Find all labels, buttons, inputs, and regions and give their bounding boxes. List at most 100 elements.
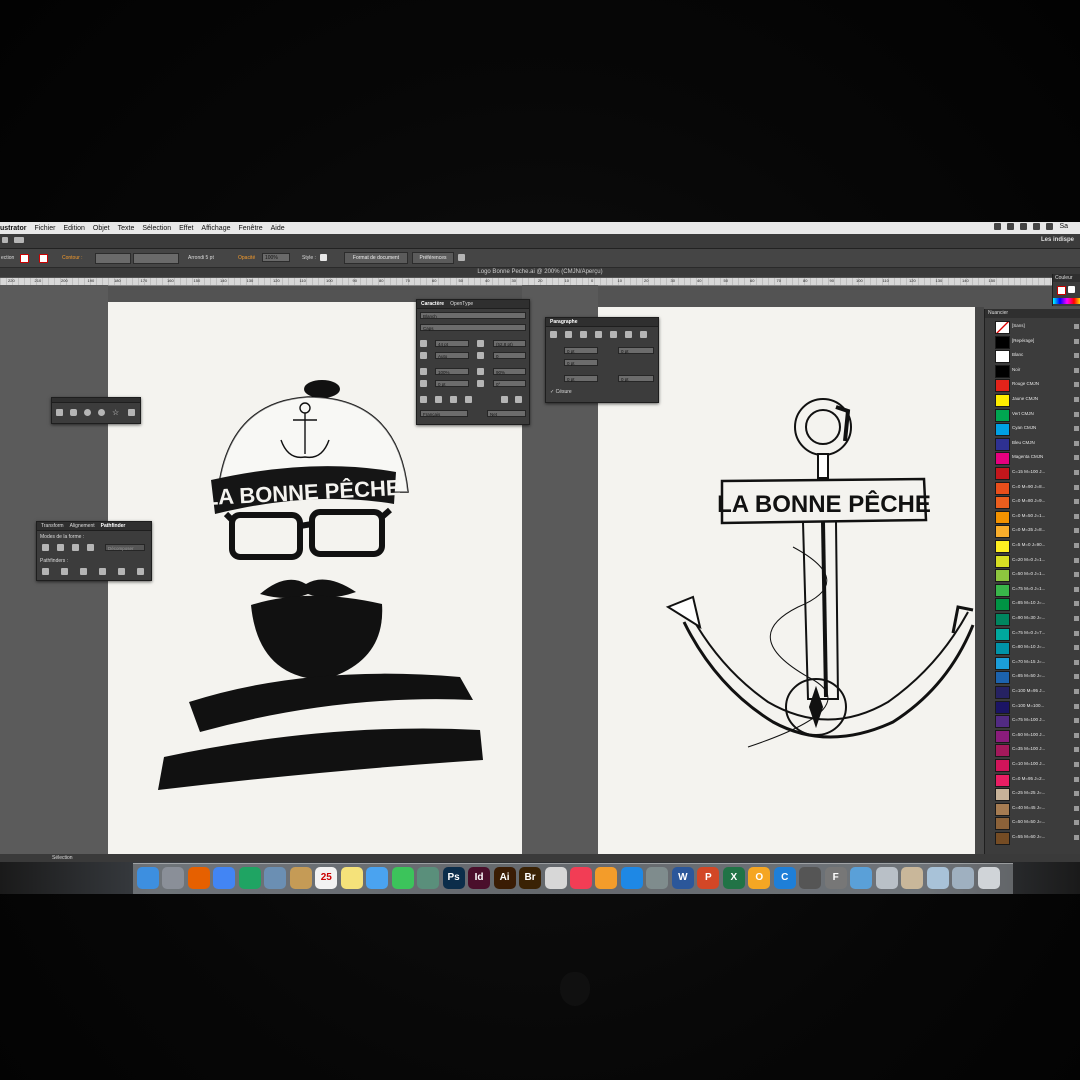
font-style-field[interactable]: Caps: [420, 324, 526, 331]
swatch-row[interactable]: C=0 M=50 J=1...: [985, 509, 1080, 524]
intersect-icon[interactable]: [72, 544, 79, 551]
subscript-icon[interactable]: [465, 396, 472, 403]
chrome-icon[interactable]: [213, 867, 236, 889]
font-size-field[interactable]: 44 pt: [435, 340, 469, 347]
tab-caractere[interactable]: Caractère: [421, 300, 444, 308]
horizontal-scale-field[interactable]: 90%: [493, 368, 526, 375]
trim-icon[interactable]: [61, 568, 68, 575]
tab-pathfinder[interactable]: Pathfinder: [101, 522, 126, 530]
music-icon[interactable]: [570, 867, 592, 889]
swatches-title[interactable]: Nuancier: [985, 309, 1080, 318]
expand-button[interactable]: Décomposer: [105, 544, 145, 551]
flare-tool-icon[interactable]: [128, 409, 135, 416]
swatch-row[interactable]: C=50 M=100 J...: [985, 728, 1080, 743]
kerning-field[interactable]: Auto: [435, 352, 469, 359]
books-icon[interactable]: [595, 867, 618, 889]
swatch-row[interactable]: [Sans]: [985, 319, 1080, 334]
launchpad-icon[interactable]: [162, 867, 185, 889]
minus-back-icon[interactable]: [137, 568, 144, 575]
swatch-row[interactable]: C=15 M=100 J...: [985, 465, 1080, 480]
swatch-row[interactable]: C=0 M=80 J=9...: [985, 494, 1080, 510]
menu-objet[interactable]: Objet: [93, 225, 110, 232]
swatch-row[interactable]: C=5 M=0 J=90...: [985, 538, 1080, 553]
star-tool-icon[interactable]: ☆: [112, 409, 119, 417]
space-after-field[interactable]: 0 pt: [618, 375, 654, 382]
photos-icon[interactable]: [417, 867, 440, 889]
swatch-row[interactable]: C=25 M=25 J=...: [985, 786, 1080, 802]
style-swatch-icon[interactable]: [320, 254, 327, 261]
superscript-icon[interactable]: [450, 396, 457, 403]
indesign-icon[interactable]: Id: [468, 867, 491, 889]
stack-icon-4[interactable]: [952, 867, 975, 889]
menu-aide[interactable]: Aide: [271, 225, 285, 232]
swatch-row[interactable]: C=75 M=100 J...: [985, 713, 1080, 729]
powerpoint-icon[interactable]: P: [697, 867, 720, 889]
tab-paragraphe[interactable]: Paragraphe: [550, 318, 578, 326]
dropbox-icon[interactable]: [994, 223, 1002, 230]
calendar-icon[interactable]: 25: [315, 867, 338, 889]
language-select[interactable]: Français: [420, 410, 468, 417]
antialias-select[interactable]: Net: [487, 410, 526, 417]
crop-icon[interactable]: [99, 568, 106, 575]
swatch-row[interactable]: C=85 M=50 J=...: [985, 669, 1080, 685]
color-spectrum[interactable]: [1053, 298, 1080, 304]
wifi-icon[interactable]: [1046, 223, 1054, 230]
rotation-field[interactable]: 0°: [493, 380, 526, 387]
swatch-row[interactable]: Bleu CMJN: [985, 436, 1080, 451]
word-icon[interactable]: W: [671, 867, 694, 889]
bridge-shortcut-icon[interactable]: [2, 237, 8, 243]
swatch-row[interactable]: Noir: [985, 363, 1080, 378]
workspace-switcher[interactable]: Les indispe: [1041, 237, 1074, 243]
swatch-row[interactable]: Magenta CMJN: [985, 450, 1080, 466]
swatch-row[interactable]: Cyan CMJN: [985, 421, 1080, 437]
swatch-row[interactable]: C=0 M=95 J=2...: [985, 772, 1080, 787]
menu-affichage[interactable]: Affichage: [201, 225, 230, 232]
polygon-tool-icon[interactable]: [98, 409, 105, 416]
finder-icon[interactable]: [137, 867, 159, 889]
swatch-row[interactable]: C=100 M=100...: [985, 699, 1080, 714]
menu-app-name[interactable]: ustrator: [0, 225, 26, 232]
contour-label[interactable]: Contour :: [62, 254, 83, 262]
bluetooth-icon[interactable]: [1033, 223, 1041, 230]
swatch-row[interactable]: C=35 M=100 J...: [985, 742, 1080, 758]
divide-icon[interactable]: [42, 568, 49, 575]
align-left-icon[interactable]: [550, 331, 557, 338]
strikethrough-icon[interactable]: [515, 396, 522, 403]
justify-all-icon[interactable]: [640, 331, 647, 338]
arrange-documents-icon[interactable]: [14, 237, 24, 243]
arrange-icon[interactable]: [458, 254, 465, 261]
first-indent-field[interactable]: 0 pt: [564, 359, 598, 366]
underline-icon[interactable]: [501, 396, 508, 403]
justify-right-icon[interactable]: [625, 331, 632, 338]
swatch-row[interactable]: C=0 M=90 J=8...: [985, 480, 1080, 495]
opacity-label[interactable]: Opacité: [238, 254, 255, 262]
menu-fichier[interactable]: Fichier: [34, 225, 55, 232]
justify-left-icon[interactable]: [595, 331, 602, 338]
swatch-row[interactable]: Blanc: [985, 348, 1080, 364]
color-fill-icon[interactable]: [1057, 286, 1066, 295]
cloud-icon[interactable]: C: [773, 867, 796, 889]
align-right-icon[interactable]: [580, 331, 587, 338]
swatch-row[interactable]: C=55 M=60 J=...: [985, 830, 1080, 845]
menu-selection[interactable]: Sélection: [142, 225, 171, 232]
swatch-row[interactable]: Jaune CMJN: [985, 392, 1080, 407]
swatch-row[interactable]: C=75 M=0 J=1...: [985, 582, 1080, 597]
swatch-row[interactable]: C=50 M=50 J=...: [985, 815, 1080, 831]
swatch-row[interactable]: C=40 M=45 J=...: [985, 801, 1080, 816]
opacity-field[interactable]: 100%: [262, 253, 290, 262]
trash-icon[interactable]: [977, 867, 1000, 889]
swatch-row[interactable]: C=70 M=15 J=...: [985, 655, 1080, 670]
swatch-row[interactable]: C=0 M=35 J=8...: [985, 523, 1080, 539]
illustrator-icon[interactable]: Ai: [493, 867, 516, 889]
folder-icon[interactable]: [850, 867, 873, 889]
font-icon[interactable]: F: [824, 867, 847, 889]
acrobat-icon[interactable]: [544, 867, 567, 889]
appstore-icon[interactable]: [620, 867, 643, 889]
hyphenation-checkbox[interactable]: ✓ Césure: [550, 389, 572, 395]
baseline-shift-field[interactable]: 0 pt: [435, 380, 469, 387]
indent-left-field[interactable]: 0 pt: [564, 347, 598, 354]
leading-field[interactable]: (52,8 pt): [493, 340, 526, 347]
swatch-row[interactable]: Vert CMJN: [985, 407, 1080, 422]
sync-icon[interactable]: [1007, 223, 1015, 230]
swatch-row[interactable]: C=85 M=10 J=...: [985, 596, 1080, 612]
